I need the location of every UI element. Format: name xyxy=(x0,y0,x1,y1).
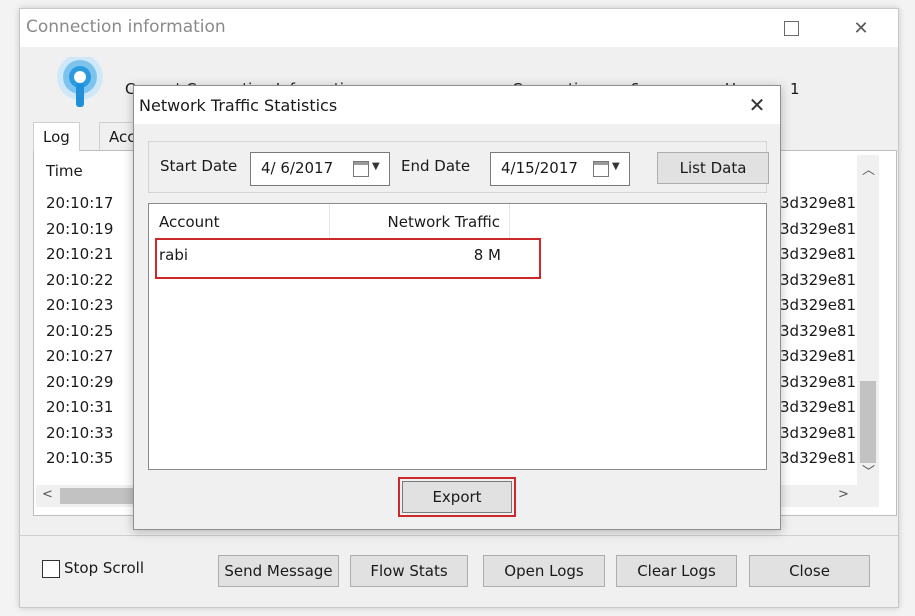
log-time: 20:10:22 xyxy=(46,270,114,289)
calendar-icon[interactable] xyxy=(353,161,369,177)
dialog-title: Network Traffic Statistics xyxy=(139,96,338,115)
log-time: 20:10:19 xyxy=(46,219,114,238)
log-hash: 3d329e814 xyxy=(780,423,856,442)
end-date-picker[interactable]: 4/15/2017 ▼ xyxy=(490,152,630,186)
date-filter-group: Start Date 4/ 6/2017 ▼ End Date 4/15/201… xyxy=(148,141,769,193)
stop-scroll-checkbox[interactable] xyxy=(42,560,60,578)
open-logs-button[interactable]: Open Logs xyxy=(483,555,605,587)
start-date-label: Start Date xyxy=(160,157,238,175)
scroll-right-icon[interactable]: > xyxy=(838,487,849,502)
export-button[interactable]: Export xyxy=(402,481,512,513)
traffic-cell[interactable]: 8 M xyxy=(449,246,501,264)
log-time: 20:10:31 xyxy=(46,398,114,416)
log-hash: 3d329e814 xyxy=(780,398,856,416)
log-hash: 3d329e814 xyxy=(780,219,856,238)
end-date-value: 4/15/2017 xyxy=(501,159,578,177)
close-icon: ✕ xyxy=(748,93,766,117)
log-hash: 3d329e814 xyxy=(780,321,856,340)
log-hash: 3d329e814 xyxy=(780,270,856,289)
log-hash: 3d329e814 xyxy=(780,296,856,314)
log-hash: 3d329e814 xyxy=(780,449,856,467)
calendar-icon[interactable] xyxy=(593,161,609,177)
log-time: 20:10:17 xyxy=(46,194,114,212)
clear-logs-button[interactable]: Clear Logs xyxy=(616,555,737,587)
maximize-icon xyxy=(783,20,799,36)
tab-log[interactable]: Log xyxy=(33,122,80,151)
flow-stats-button[interactable]: Flow Stats xyxy=(350,555,468,587)
scroll-left-icon[interactable]: < xyxy=(42,487,53,502)
start-date-picker[interactable]: 4/ 6/2017 ▼ xyxy=(250,152,390,186)
wifi-broadcast-icon xyxy=(57,57,103,107)
scroll-up-icon[interactable]: ︿ xyxy=(862,159,875,178)
log-time: 20:10:35 xyxy=(46,449,114,467)
close-window-button[interactable]: ✕ xyxy=(838,9,884,47)
log-hash: 3d329e814 xyxy=(780,245,856,263)
scroll-down-icon[interactable]: ﹀ xyxy=(862,461,875,480)
chevron-down-icon[interactable]: ▼ xyxy=(612,161,620,172)
log-time: 20:10:29 xyxy=(46,372,114,391)
chevron-down-icon[interactable]: ▼ xyxy=(372,161,380,172)
start-date-value: 4/ 6/2017 xyxy=(261,159,334,177)
log-hash: 3d329e814 xyxy=(780,194,856,212)
log-hash: 3d329e814 xyxy=(780,372,856,391)
close-button[interactable]: Close xyxy=(749,555,870,587)
log-time: 20:10:33 xyxy=(46,423,114,442)
log-hash: 3d329e814 xyxy=(780,347,856,365)
title-bar: Connection information ✕ xyxy=(20,9,898,47)
network-traffic-dialog: Network Traffic Statistics ✕ Start Date … xyxy=(133,85,781,530)
log-time: 20:10:21 xyxy=(46,245,114,263)
log-time: 20:10:27 xyxy=(46,347,114,365)
stop-scroll-label: Stop Scroll xyxy=(64,559,144,577)
dialog-close-button[interactable]: ✕ xyxy=(737,89,777,121)
log-time: 20:10:25 xyxy=(46,321,114,340)
account-cell[interactable]: rabi xyxy=(159,246,188,264)
users-value: 1 xyxy=(790,80,800,98)
window-title: Connection information xyxy=(26,17,226,37)
account-column-header[interactable]: Account xyxy=(149,204,330,240)
send-message-button[interactable]: Send Message xyxy=(218,555,339,587)
maximize-button[interactable] xyxy=(768,9,814,47)
dialog-title-bar: Network Traffic Statistics ✕ xyxy=(134,86,780,124)
traffic-column-header[interactable]: Network Traffic xyxy=(330,204,510,240)
list-data-button[interactable]: List Data xyxy=(657,152,769,184)
vertical-scroll-thumb[interactable] xyxy=(860,381,876,463)
end-date-label: End Date xyxy=(401,157,471,175)
time-column-header[interactable]: Time xyxy=(36,155,137,187)
close-icon: ✕ xyxy=(853,17,869,39)
divider xyxy=(20,535,898,536)
traffic-table: Account Network Traffic rabi 8 M xyxy=(148,203,767,470)
log-time: 20:10:23 xyxy=(46,296,114,314)
